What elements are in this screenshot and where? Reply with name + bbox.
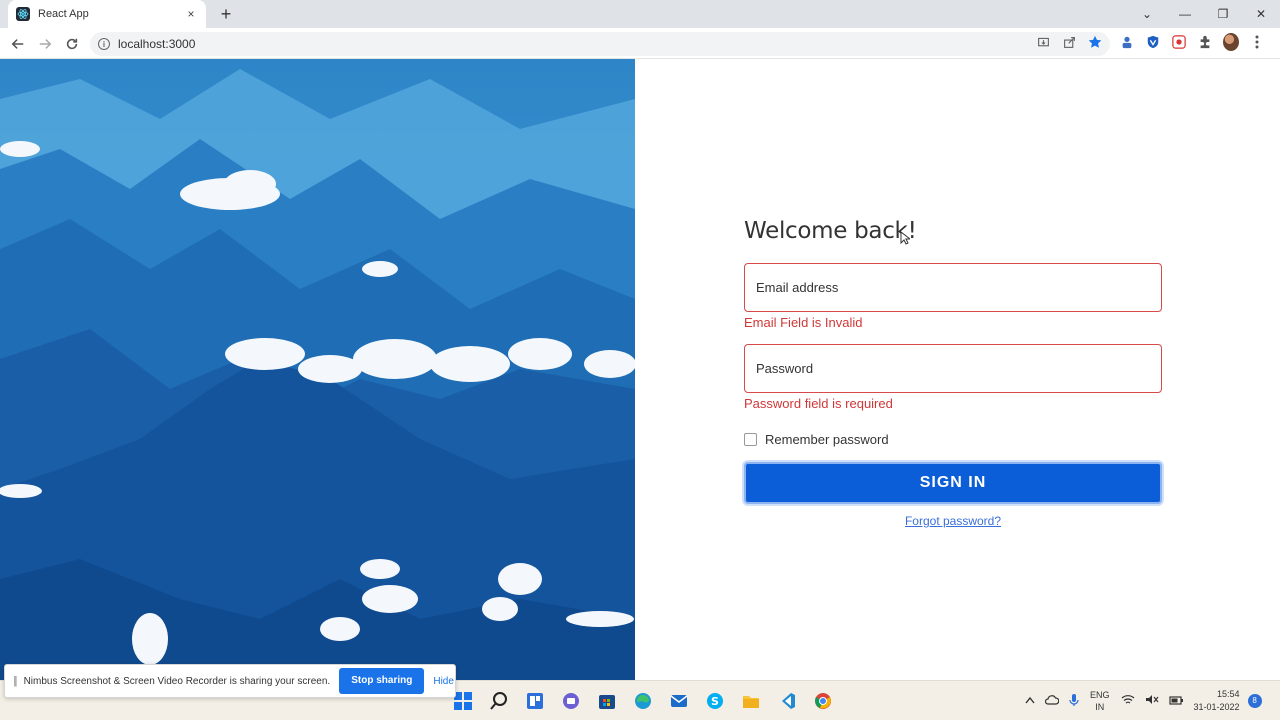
close-window-icon[interactable]: ✕ (1242, 7, 1280, 21)
drag-handle-icon[interactable]: ||| (13, 675, 17, 687)
share-icon[interactable] (1061, 34, 1077, 50)
taskbar-clock[interactable]: 15:54 31-01-2022 (1194, 688, 1240, 714)
region-code: IN (1095, 702, 1105, 712)
url-text: localhost:3000 (118, 37, 196, 51)
mountain-hero-image (0, 59, 635, 680)
email-input[interactable] (756, 280, 1161, 295)
mouse-cursor-icon (900, 231, 910, 245)
password-error-message: Password field is required (744, 396, 893, 411)
forward-icon[interactable] (35, 34, 55, 54)
taskbar-apps: S (445, 688, 841, 714)
tab-title: React App (38, 8, 89, 20)
svg-text:S: S (711, 695, 719, 708)
password-field[interactable] (744, 344, 1162, 393)
system-tray: ENG IN 15:54 31-01-2022 8 (1020, 681, 1262, 721)
shield-icon[interactable] (1145, 34, 1161, 50)
site-info-icon[interactable]: i (98, 38, 110, 50)
task-view-icon[interactable] (522, 688, 548, 714)
profile-extension-icon[interactable] (1119, 34, 1135, 50)
skype-icon[interactable]: S (702, 688, 728, 714)
browser-tabstrip: React App × + ⌄ — ❐ ✕ (0, 0, 1280, 28)
tab-close-icon[interactable]: × (184, 7, 198, 21)
stop-sharing-button[interactable]: Stop sharing (339, 668, 425, 694)
browser-tab[interactable]: React App × (8, 0, 206, 28)
minimize-icon[interactable]: — (1166, 7, 1204, 21)
install-icon[interactable] (1035, 34, 1051, 50)
restore-icon[interactable]: ❐ (1204, 7, 1242, 21)
edge-icon[interactable] (630, 688, 656, 714)
sign-in-button[interactable]: SIGN IN (744, 462, 1162, 504)
password-input[interactable] (756, 361, 1161, 376)
login-panel: Welcome back! Email Field is Invalid Pas… (635, 59, 1280, 680)
chrome-icon[interactable] (810, 688, 836, 714)
mail-icon[interactable] (666, 688, 692, 714)
remember-password-checkbox[interactable] (744, 432, 757, 446)
tab-search-icon[interactable]: ⌄ (1128, 7, 1166, 21)
reload-icon[interactable] (62, 34, 82, 54)
new-tab-button[interactable]: + (216, 3, 236, 25)
menu-kebab-icon[interactable] (1249, 34, 1265, 50)
browser-toolbar: i localhost:3000 (0, 28, 1280, 59)
clock-date: 31-01-2022 (1193, 702, 1240, 712)
window-controls: ⌄ — ❐ ✕ (1128, 0, 1280, 28)
bookmark-star-icon[interactable] (1087, 34, 1103, 50)
address-bar[interactable]: i localhost:3000 (90, 32, 1110, 56)
remember-password-label: Remember password (765, 431, 889, 447)
page-title: Welcome back! (744, 218, 917, 244)
remember-password-row[interactable]: Remember password (744, 428, 1162, 450)
language-indicator[interactable]: ENG IN (1090, 689, 1110, 713)
notification-badge[interactable]: 8 (1247, 694, 1262, 708)
hide-banner-link[interactable]: Hide (433, 676, 454, 687)
back-icon[interactable] (8, 34, 28, 54)
clock-time: 15:54 (1217, 689, 1240, 699)
react-icon (16, 7, 30, 21)
forgot-password-link[interactable]: Forgot password? (744, 514, 1162, 528)
microphone-icon[interactable] (1069, 693, 1079, 710)
file-explorer-icon[interactable] (738, 688, 764, 714)
battery-icon[interactable] (1168, 695, 1183, 708)
screen-share-banner: ||| Nimbus Screenshot & Screen Video Rec… (4, 664, 456, 698)
volume-muted-icon[interactable] (1145, 694, 1159, 708)
screen-recorder-icon[interactable] (1171, 34, 1187, 50)
chat-icon[interactable] (558, 688, 584, 714)
onedrive-icon[interactable] (1044, 694, 1060, 708)
share-message: Nimbus Screenshot & Screen Video Recorde… (23, 675, 331, 687)
language-code: ENG (1090, 690, 1110, 700)
extensions-puzzle-icon[interactable] (1197, 34, 1213, 50)
wifi-icon[interactable] (1121, 694, 1135, 708)
chevron-up-icon[interactable] (1025, 695, 1035, 707)
email-field[interactable] (744, 263, 1162, 312)
extensions-bar (1114, 33, 1270, 51)
omnibox-actions (1030, 34, 1108, 50)
store-icon[interactable] (594, 688, 620, 714)
search-icon[interactable] (486, 688, 512, 714)
login-form: Welcome back! Email Field is Invalid Pas… (744, 214, 1162, 528)
vscode-icon[interactable] (774, 688, 800, 714)
email-error-message: Email Field is Invalid (744, 315, 863, 330)
avatar[interactable] (1223, 33, 1239, 51)
